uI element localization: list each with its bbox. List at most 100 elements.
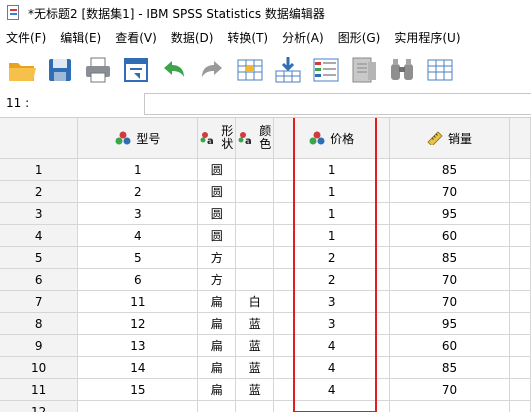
redo-icon[interactable] xyxy=(196,54,228,86)
cell-shape[interactable]: 圆 xyxy=(197,158,237,181)
menu-file[interactable]: 文件(F) xyxy=(0,29,53,46)
column-header-color[interactable]: a 颜色 xyxy=(235,118,275,159)
cell-price[interactable] xyxy=(273,400,391,412)
cell-color[interactable]: 白 xyxy=(235,290,275,313)
cell-model[interactable]: 5 xyxy=(77,246,199,269)
cell-sales[interactable]: 60 xyxy=(389,334,510,357)
cell-empty[interactable] xyxy=(509,268,531,291)
cell-empty[interactable] xyxy=(509,202,531,225)
cell-empty[interactable] xyxy=(509,224,531,247)
cell-empty[interactable] xyxy=(509,158,531,181)
cell-shape[interactable]: 方 xyxy=(197,268,237,291)
cell-color[interactable] xyxy=(235,400,275,412)
cell-shape[interactable]: 扁 xyxy=(197,378,237,401)
cell-price[interactable]: 3 xyxy=(273,290,391,313)
cell-price[interactable]: 1 xyxy=(273,158,391,181)
corner-cell[interactable] xyxy=(0,118,79,159)
binoculars-icon[interactable] xyxy=(386,54,418,86)
cell-color[interactable] xyxy=(235,268,275,291)
variables-icon[interactable] xyxy=(310,54,342,86)
cell-color[interactable] xyxy=(235,224,275,247)
row-number[interactable]: 1 xyxy=(0,158,79,181)
cell-empty[interactable] xyxy=(509,180,531,203)
cell-empty[interactable] xyxy=(509,334,531,357)
cell-sales[interactable]: 85 xyxy=(389,246,510,269)
menu-utilities[interactable]: 实用程序(U) xyxy=(387,29,467,46)
cell-model[interactable]: 6 xyxy=(77,268,199,291)
row-number[interactable]: 4 xyxy=(0,224,79,247)
row-number[interactable]: 3 xyxy=(0,202,79,225)
open-folder-icon[interactable] xyxy=(6,54,38,86)
cell-model[interactable]: 11 xyxy=(77,290,199,313)
cell-model[interactable]: 1 xyxy=(77,158,199,181)
cell-shape[interactable]: 圆 xyxy=(197,180,237,203)
cell-color[interactable]: 蓝 xyxy=(235,356,275,379)
find-icon[interactable] xyxy=(348,54,380,86)
menu-data[interactable]: 数据(D) xyxy=(164,29,221,46)
column-header-price[interactable]: 价格 xyxy=(273,118,391,159)
undo-icon[interactable] xyxy=(158,54,190,86)
cell-sales[interactable] xyxy=(389,400,510,412)
column-header-shape[interactable]: a 形状 xyxy=(197,118,237,159)
cell-model[interactable]: 3 xyxy=(77,202,199,225)
cell-color[interactable] xyxy=(235,202,275,225)
cell-price[interactable]: 1 xyxy=(273,224,391,247)
row-number[interactable]: 9 xyxy=(0,334,79,357)
cell-price[interactable]: 4 xyxy=(273,334,391,357)
row-number[interactable]: 12 xyxy=(0,400,79,412)
row-number[interactable]: 11 xyxy=(0,378,79,401)
column-header-empty[interactable] xyxy=(509,118,531,159)
cell-empty[interactable] xyxy=(509,246,531,269)
row-number[interactable]: 5 xyxy=(0,246,79,269)
cell-sales[interactable]: 95 xyxy=(389,202,510,225)
cell-price[interactable]: 1 xyxy=(273,180,391,203)
cell-shape[interactable]: 扁 xyxy=(197,356,237,379)
cell-model[interactable]: 2 xyxy=(77,180,199,203)
cell-price[interactable]: 3 xyxy=(273,312,391,335)
insert-cases-icon[interactable] xyxy=(424,54,456,86)
cell-shape[interactable]: 圆 xyxy=(197,202,237,225)
cell-color[interactable]: 蓝 xyxy=(235,334,275,357)
print-icon[interactable] xyxy=(82,54,114,86)
cell-color[interactable]: 蓝 xyxy=(235,378,275,401)
column-header-sales[interactable]: 销量 xyxy=(389,118,510,159)
cell-price[interactable]: 4 xyxy=(273,378,391,401)
cell-sales[interactable]: 95 xyxy=(389,312,510,335)
cell-empty[interactable] xyxy=(509,312,531,335)
menu-analyze[interactable]: 分析(A) xyxy=(275,29,331,46)
cell-shape[interactable]: 扁 xyxy=(197,290,237,313)
cell-color[interactable] xyxy=(235,158,275,181)
cell-empty[interactable] xyxy=(509,290,531,313)
cell-empty[interactable] xyxy=(509,356,531,379)
cell-price[interactable]: 2 xyxy=(273,268,391,291)
menu-edit[interactable]: 编辑(E) xyxy=(53,29,108,46)
cell-model[interactable]: 13 xyxy=(77,334,199,357)
column-header-model[interactable]: 型号 xyxy=(77,118,199,159)
cell-model[interactable]: 4 xyxy=(77,224,199,247)
cell-sales[interactable]: 70 xyxy=(389,378,510,401)
cell-shape[interactable]: 扁 xyxy=(197,312,237,335)
cell-model[interactable]: 14 xyxy=(77,356,199,379)
cell-shape[interactable]: 圆 xyxy=(197,224,237,247)
cell-color[interactable]: 蓝 xyxy=(235,312,275,335)
row-number[interactable]: 6 xyxy=(0,268,79,291)
cell-model[interactable] xyxy=(77,400,199,412)
cell-sales[interactable]: 85 xyxy=(389,356,510,379)
goto-variable-icon[interactable] xyxy=(272,54,304,86)
row-number[interactable]: 2 xyxy=(0,180,79,203)
menu-view[interactable]: 查看(V) xyxy=(108,29,164,46)
menu-graphs[interactable]: 图形(G) xyxy=(331,29,388,46)
cell-color[interactable] xyxy=(235,246,275,269)
cell-shape[interactable] xyxy=(197,400,237,412)
menu-transform[interactable]: 转换(T) xyxy=(220,29,275,46)
cell-sales[interactable]: 70 xyxy=(389,180,510,203)
cell-sales[interactable]: 60 xyxy=(389,224,510,247)
cell-sales[interactable]: 70 xyxy=(389,290,510,313)
cell-shape[interactable]: 扁 xyxy=(197,334,237,357)
row-number[interactable]: 10 xyxy=(0,356,79,379)
cell-empty[interactable] xyxy=(509,378,531,401)
save-icon[interactable] xyxy=(44,54,76,86)
cell-sales[interactable]: 85 xyxy=(389,158,510,181)
row-number[interactable]: 7 xyxy=(0,290,79,313)
goto-case-icon[interactable] xyxy=(234,54,266,86)
